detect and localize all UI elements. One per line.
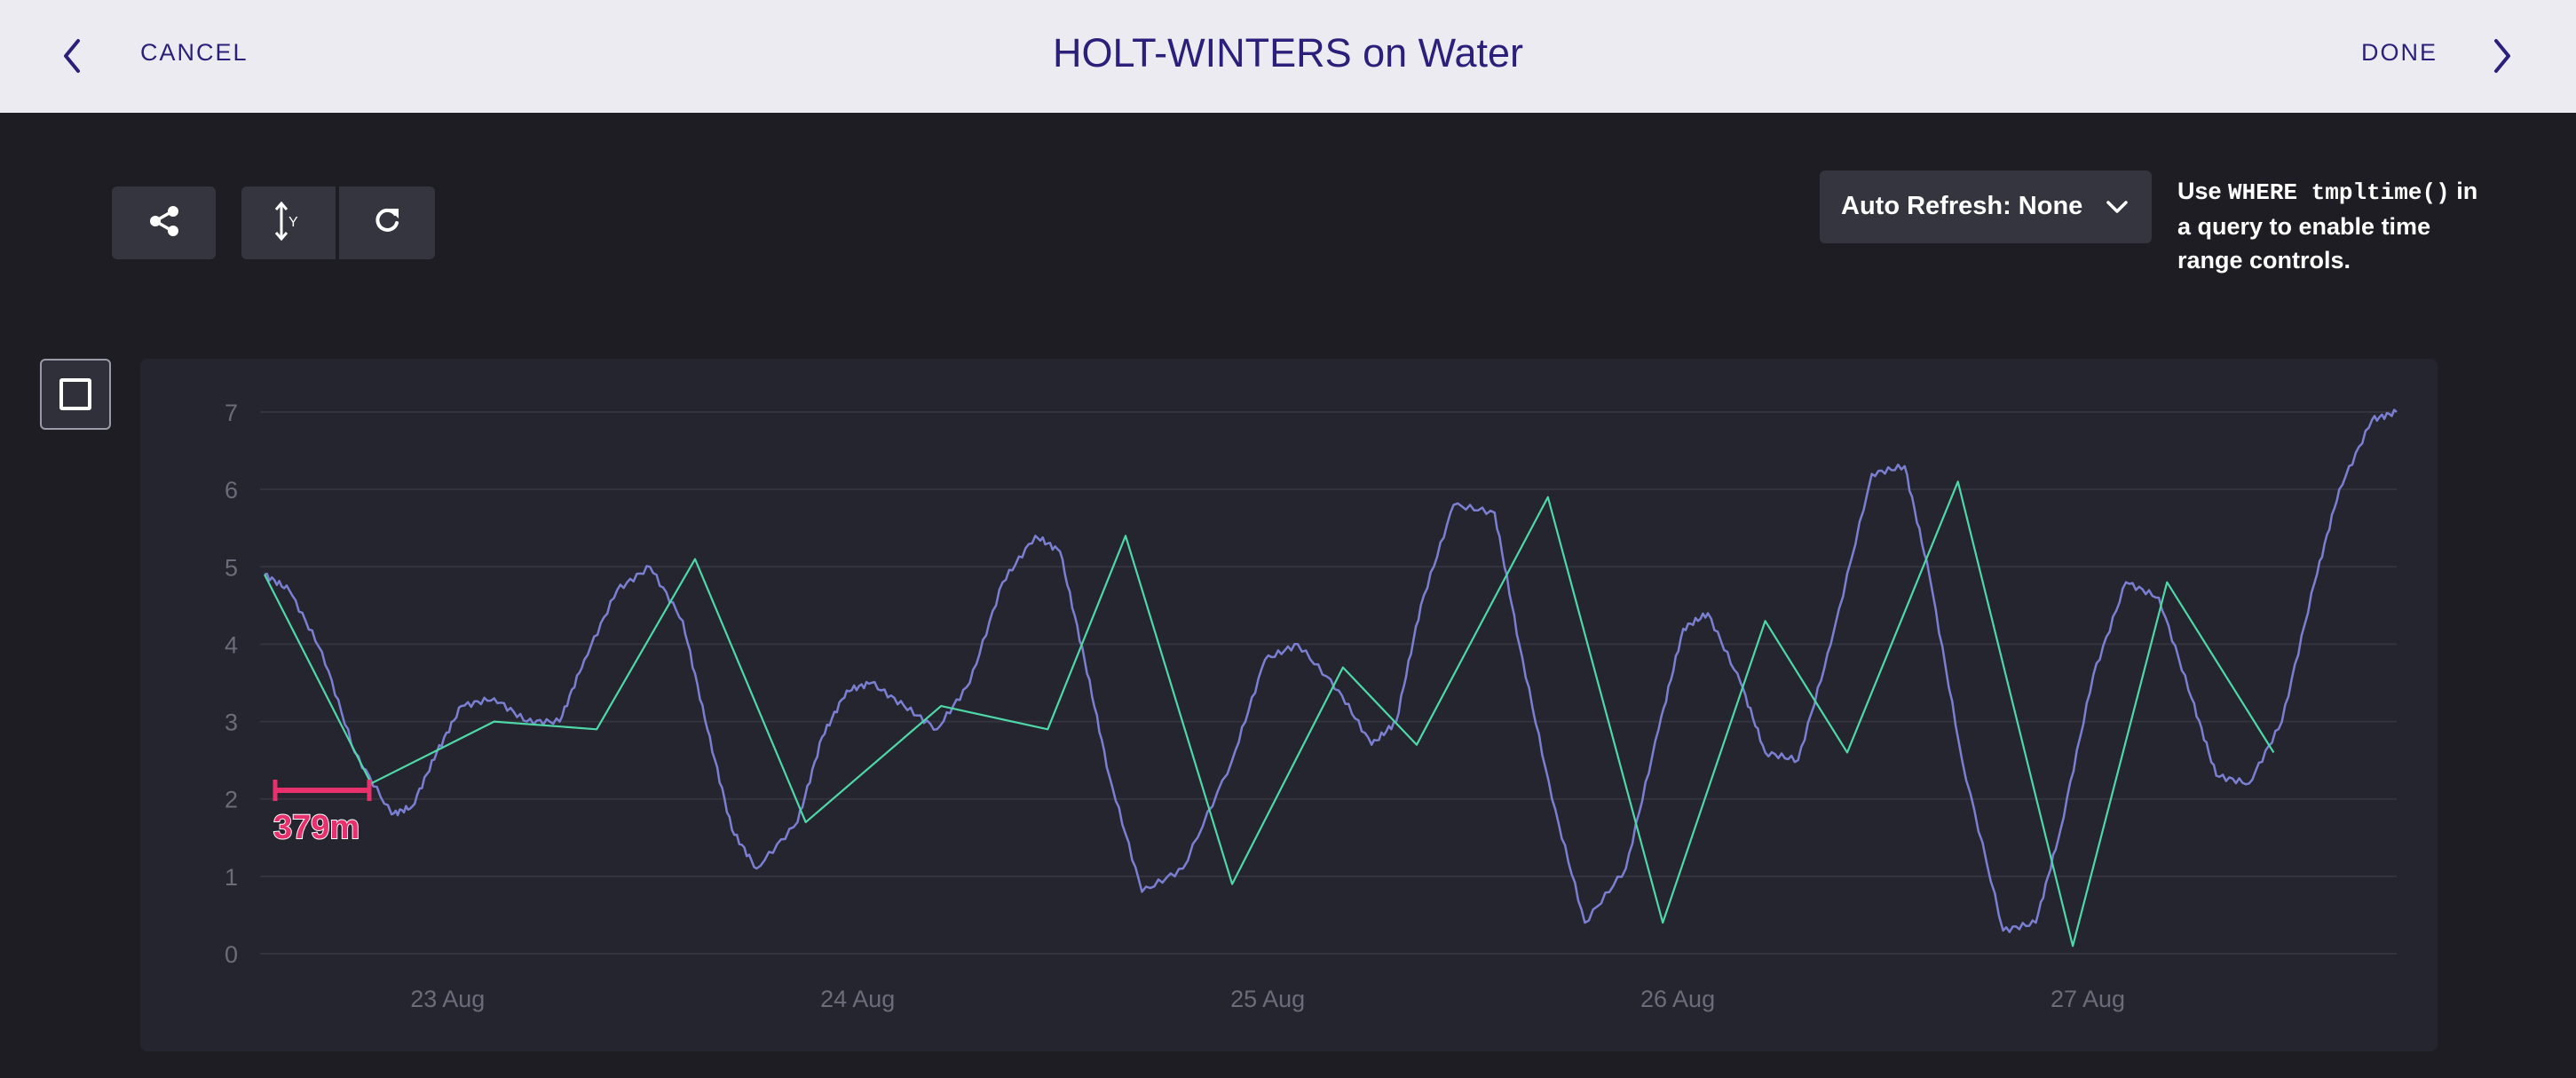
x-tick-label: 23 Aug	[410, 986, 485, 1012]
y-tick-label: 7	[225, 400, 238, 426]
y-axis-button[interactable]: Y	[241, 186, 336, 259]
y-tick-label: 0	[225, 941, 238, 968]
x-tick-label: 24 Aug	[820, 986, 895, 1012]
y-tick-label: 5	[225, 554, 238, 581]
page-title: HOLT-WINTERS on Water	[1052, 30, 1524, 75]
time-range-hint: Use WHERE tmpltime() in a query to enabl…	[2177, 178, 2478, 273]
refresh-button[interactable]	[339, 186, 435, 259]
share-button[interactable]	[112, 186, 216, 259]
y-tick-label: 1	[225, 864, 238, 891]
y-axis-icon: Y	[271, 201, 306, 246]
refresh-icon	[369, 203, 405, 243]
chevron-down-icon	[2104, 194, 2130, 225]
interval-label: 379m	[273, 809, 360, 846]
x-tick-label: 25 Aug	[1230, 986, 1305, 1012]
square-icon	[59, 378, 91, 410]
forward-chevron-icon[interactable]	[2484, 36, 2519, 76]
y-tick-label: 6	[225, 477, 238, 503]
x-tick-label: 26 Aug	[1640, 986, 1715, 1012]
y-tick-label: 4	[225, 631, 238, 658]
auto-refresh-dropdown[interactable]: Auto Refresh: None	[1820, 170, 2152, 243]
line-chart: 0 1 2 3 4 5 6 7 23 Aug 24 Aug 25 Aug 26 Aug 27 Aug 37…	[225, 400, 2398, 1012]
raw-series-line	[264, 408, 2398, 933]
y-tick-label: 3	[225, 709, 238, 736]
svg-text:Y: Y	[288, 215, 298, 230]
select-checkbox[interactable]	[40, 359, 111, 430]
hint-code: WHERE tmpltime()	[2228, 179, 2450, 206]
chart-panel: 0 1 2 3 4 5 6 7 23 Aug 24 Aug 25 Aug 26 Aug 27 Aug 37…	[140, 359, 2438, 1051]
x-tick-label: 27 Aug	[2051, 986, 2125, 1012]
navigation-bar: CANCEL HOLT-WINTERS on Water DONE	[0, 0, 2576, 113]
auto-refresh-label: Auto Refresh: None	[1841, 192, 2083, 220]
y-tick-label: 2	[225, 787, 238, 813]
share-icon	[146, 203, 182, 243]
done-button[interactable]: DONE	[2361, 39, 2438, 67]
